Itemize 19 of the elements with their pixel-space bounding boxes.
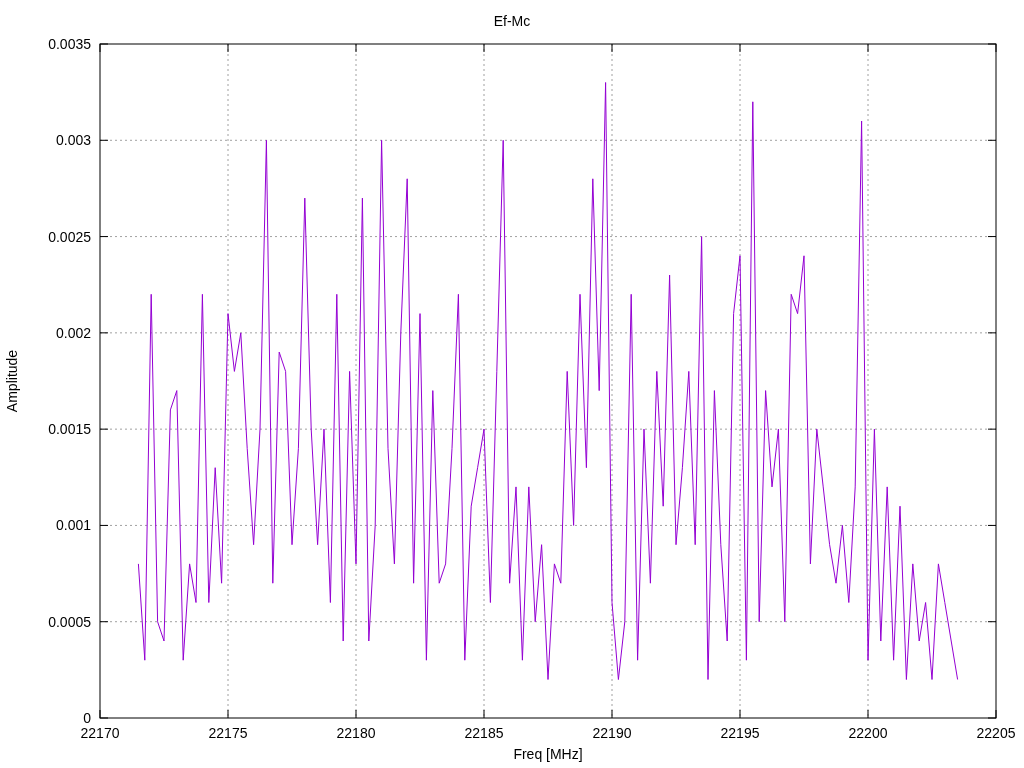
tick-label: 0.0035 — [48, 36, 91, 52]
tick-label: 0.003 — [55, 132, 91, 149]
tick-label: 22205 — [976, 725, 1016, 741]
chart-title: Ef-Mc — [493, 13, 531, 29]
tick-label: 22175 — [208, 725, 248, 741]
tick-label: 22185 — [464, 725, 504, 741]
tick-label: 0.002 — [55, 324, 91, 341]
x-axis-label: Freq [MHz] — [513, 746, 583, 762]
tick-label: 0.0005 — [48, 613, 91, 630]
tick-label: 22200 — [848, 725, 888, 741]
tick-label: 0.0025 — [48, 228, 91, 245]
tick-label: 22195 — [720, 725, 760, 741]
tick-label: 0.001 — [55, 517, 91, 534]
tick-label: 0 — [83, 710, 91, 726]
tick-label: 22170 — [80, 725, 120, 741]
tick-label: 22180 — [336, 725, 376, 741]
tick-label: 0.0015 — [48, 421, 91, 438]
tick-label: 22190 — [592, 725, 632, 741]
y-axis-label: Amplitude — [4, 349, 20, 413]
